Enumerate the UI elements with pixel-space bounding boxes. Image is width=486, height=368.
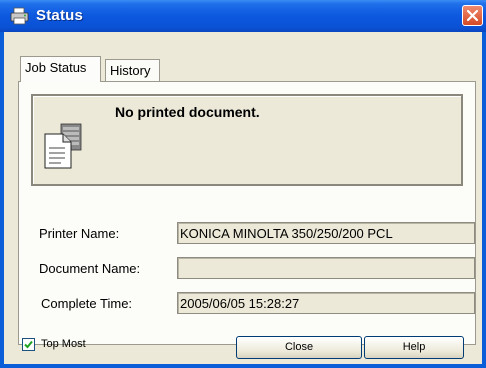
close-button[interactable]: Close	[236, 336, 362, 359]
status-window: Status Job Status History No printed doc…	[0, 0, 486, 368]
help-button[interactable]: Help	[364, 336, 464, 359]
window-title: Status	[36, 7, 84, 24]
printer-name-field: KONICA MINOLTA 350/250/200 PCL	[177, 222, 475, 244]
dialog-body: Job Status History No printed document. …	[4, 32, 482, 364]
top-most-label[interactable]: Top Most	[41, 338, 86, 350]
printer-name-label: Printer Name:	[39, 226, 120, 241]
checkmark-icon	[24, 340, 33, 349]
printer-icon	[10, 7, 29, 25]
complete-time-label: Complete Time:	[41, 296, 133, 311]
status-message: No printed document.	[115, 104, 260, 120]
tab-job-status-label: Job Status	[25, 60, 87, 75]
close-window-button[interactable]	[462, 5, 483, 26]
document-printer-icon	[44, 123, 82, 169]
title-bar[interactable]: Status	[0, 0, 486, 32]
close-icon	[466, 9, 479, 22]
tab-history-label: History	[110, 63, 151, 78]
tab-job-status[interactable]: Job Status	[20, 56, 101, 82]
document-name-label: Document Name:	[39, 261, 141, 276]
complete-time-field: 2005/06/05 15:28:27	[177, 292, 475, 314]
message-box: No printed document.	[31, 94, 463, 186]
job-status-panel: No printed document. Printer Name: KONIC…	[18, 81, 476, 345]
document-name-field	[177, 257, 475, 279]
top-most-checkbox[interactable]	[22, 338, 35, 351]
tab-history[interactable]: History	[105, 59, 160, 81]
